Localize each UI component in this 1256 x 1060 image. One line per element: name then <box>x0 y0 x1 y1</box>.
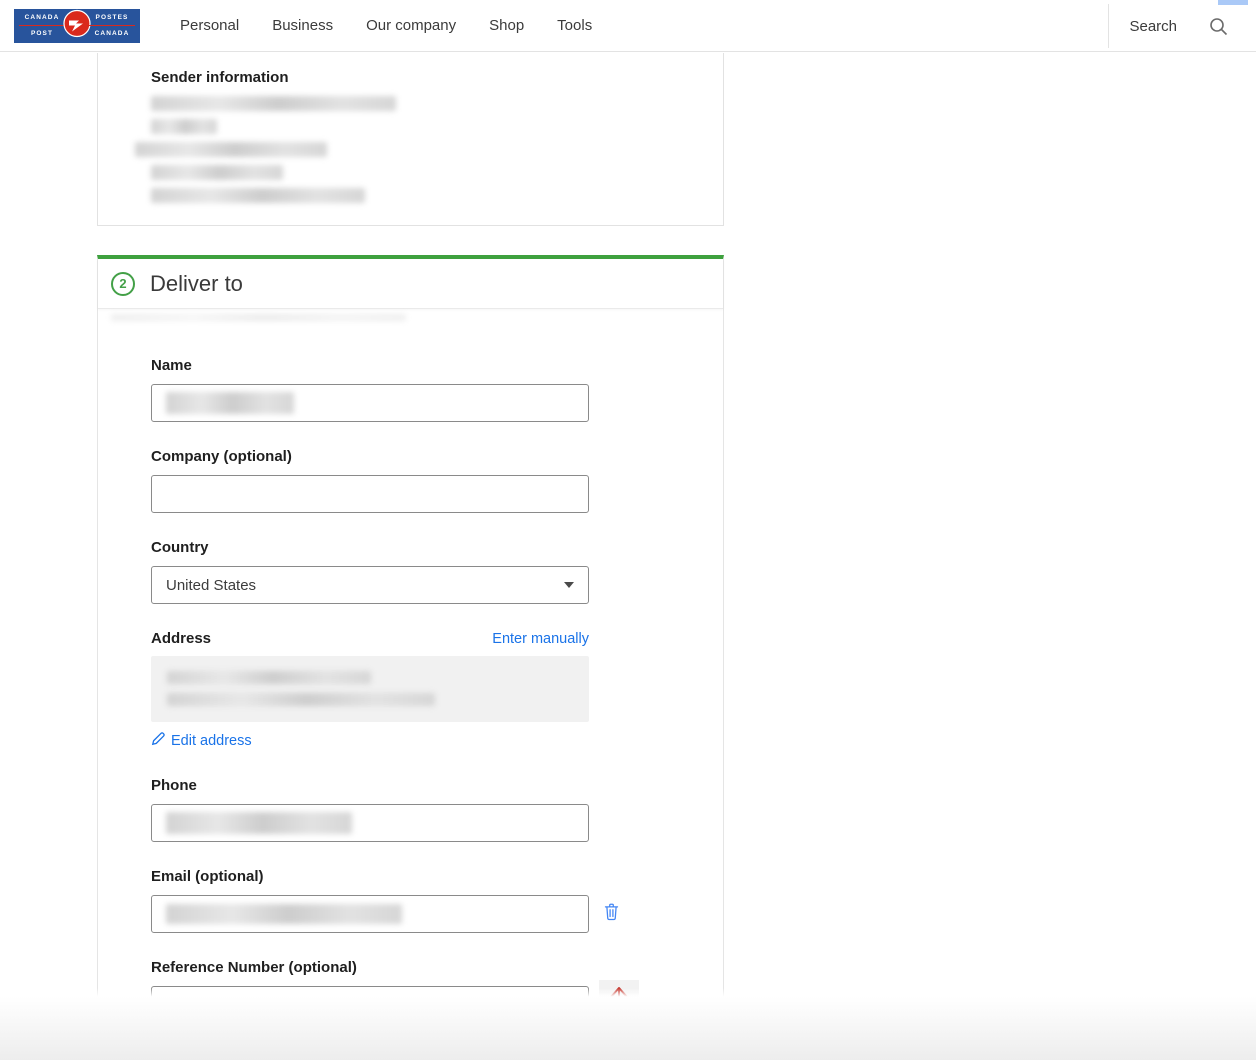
name-input[interactable] <box>151 384 589 422</box>
logo-text-canada-fr: CANADA <box>89 29 135 39</box>
address-display-box <box>151 656 589 722</box>
canada-post-logo[interactable]: CANADA POST POSTES CANADA <box>14 9 140 43</box>
nav-item-personal[interactable]: Personal <box>180 17 239 34</box>
redacted-sender-line <box>151 165 283 180</box>
search-link[interactable]: Search <box>1129 18 1177 35</box>
company-field-group: Company (optional) <box>151 448 589 513</box>
chevron-down-icon <box>564 582 574 588</box>
page: CANADA POST POSTES CANADA Personal Busin… <box>0 0 1256 1060</box>
nav-item-shop[interactable]: Shop <box>489 17 524 34</box>
redacted-sender-line <box>151 188 365 203</box>
nav-item-business[interactable]: Business <box>272 17 333 34</box>
nav-right-section: Search <box>1108 0 1256 52</box>
wing-emblem-icon <box>63 9 91 42</box>
sender-information-title: Sender information <box>151 69 723 86</box>
enter-manually-link[interactable]: Enter manually <box>492 631 589 647</box>
page-footer-fade <box>0 988 1256 1060</box>
trash-icon <box>603 909 620 924</box>
phone-input[interactable] <box>151 804 589 842</box>
email-label: Email (optional) <box>151 868 589 885</box>
company-input[interactable] <box>151 475 589 513</box>
step-number-badge: 2 <box>111 272 135 296</box>
logo-english-text: CANADA POST <box>19 13 65 39</box>
redacted-address-line <box>167 693 435 706</box>
nav-item-our-company[interactable]: Our company <box>366 17 456 34</box>
address-field-group: Address Enter manually Edit address <box>151 630 589 751</box>
logo-text-post: POST <box>19 29 65 39</box>
top-navigation: CANADA POST POSTES CANADA Personal Busin… <box>0 0 1256 52</box>
email-input[interactable] <box>151 895 589 933</box>
deliver-to-card: 2 Deliver to Name Company (optional) Cou… <box>97 255 724 1005</box>
edit-address-label: Edit address <box>171 733 252 749</box>
deliver-to-form: Name Company (optional) Country United S… <box>98 321 723 1024</box>
redacted-phone-value <box>166 812 352 834</box>
pencil-icon <box>151 732 165 750</box>
reference-label: Reference Number (optional) <box>151 959 589 976</box>
redacted-sender-line <box>135 142 327 157</box>
email-field-group: Email (optional) <box>151 868 589 933</box>
deliver-to-header: 2 Deliver to <box>98 259 723 309</box>
country-selected-value: United States <box>166 577 256 594</box>
redacted-address-line <box>167 671 371 684</box>
redacted-email-value <box>166 904 402 924</box>
country-select[interactable]: United States <box>151 566 589 604</box>
search-icon[interactable] <box>1209 17 1228 36</box>
main-nav: Personal Business Our company Shop Tools <box>180 17 592 34</box>
logo-french-text: POSTES CANADA <box>89 13 135 39</box>
redacted-sender-line <box>151 119 217 134</box>
nav-divider <box>1108 4 1109 48</box>
deliver-to-title: Deliver to <box>150 271 243 297</box>
name-label: Name <box>151 357 589 374</box>
phone-label: Phone <box>151 777 589 794</box>
company-label: Company (optional) <box>151 448 589 465</box>
name-field-group: Name <box>151 357 589 422</box>
nav-item-tools[interactable]: Tools <box>557 17 592 34</box>
phone-field-group: Phone <box>151 777 589 842</box>
redacted-subheader-line <box>111 314 406 321</box>
address-label: Address <box>151 630 211 647</box>
redacted-name-value <box>166 392 294 414</box>
logo-text-postes: POSTES <box>89 13 135 26</box>
sender-information-card: Sender information <box>97 53 724 226</box>
delete-email-button[interactable] <box>603 902 620 924</box>
country-field-group: Country United States <box>151 539 589 604</box>
country-label: Country <box>151 539 589 556</box>
redacted-sender-line <box>151 96 396 111</box>
logo-text-canada: CANADA <box>19 13 65 26</box>
edit-address-link[interactable]: Edit address <box>151 732 252 750</box>
scrollbar-thumb[interactable] <box>1218 0 1248 5</box>
